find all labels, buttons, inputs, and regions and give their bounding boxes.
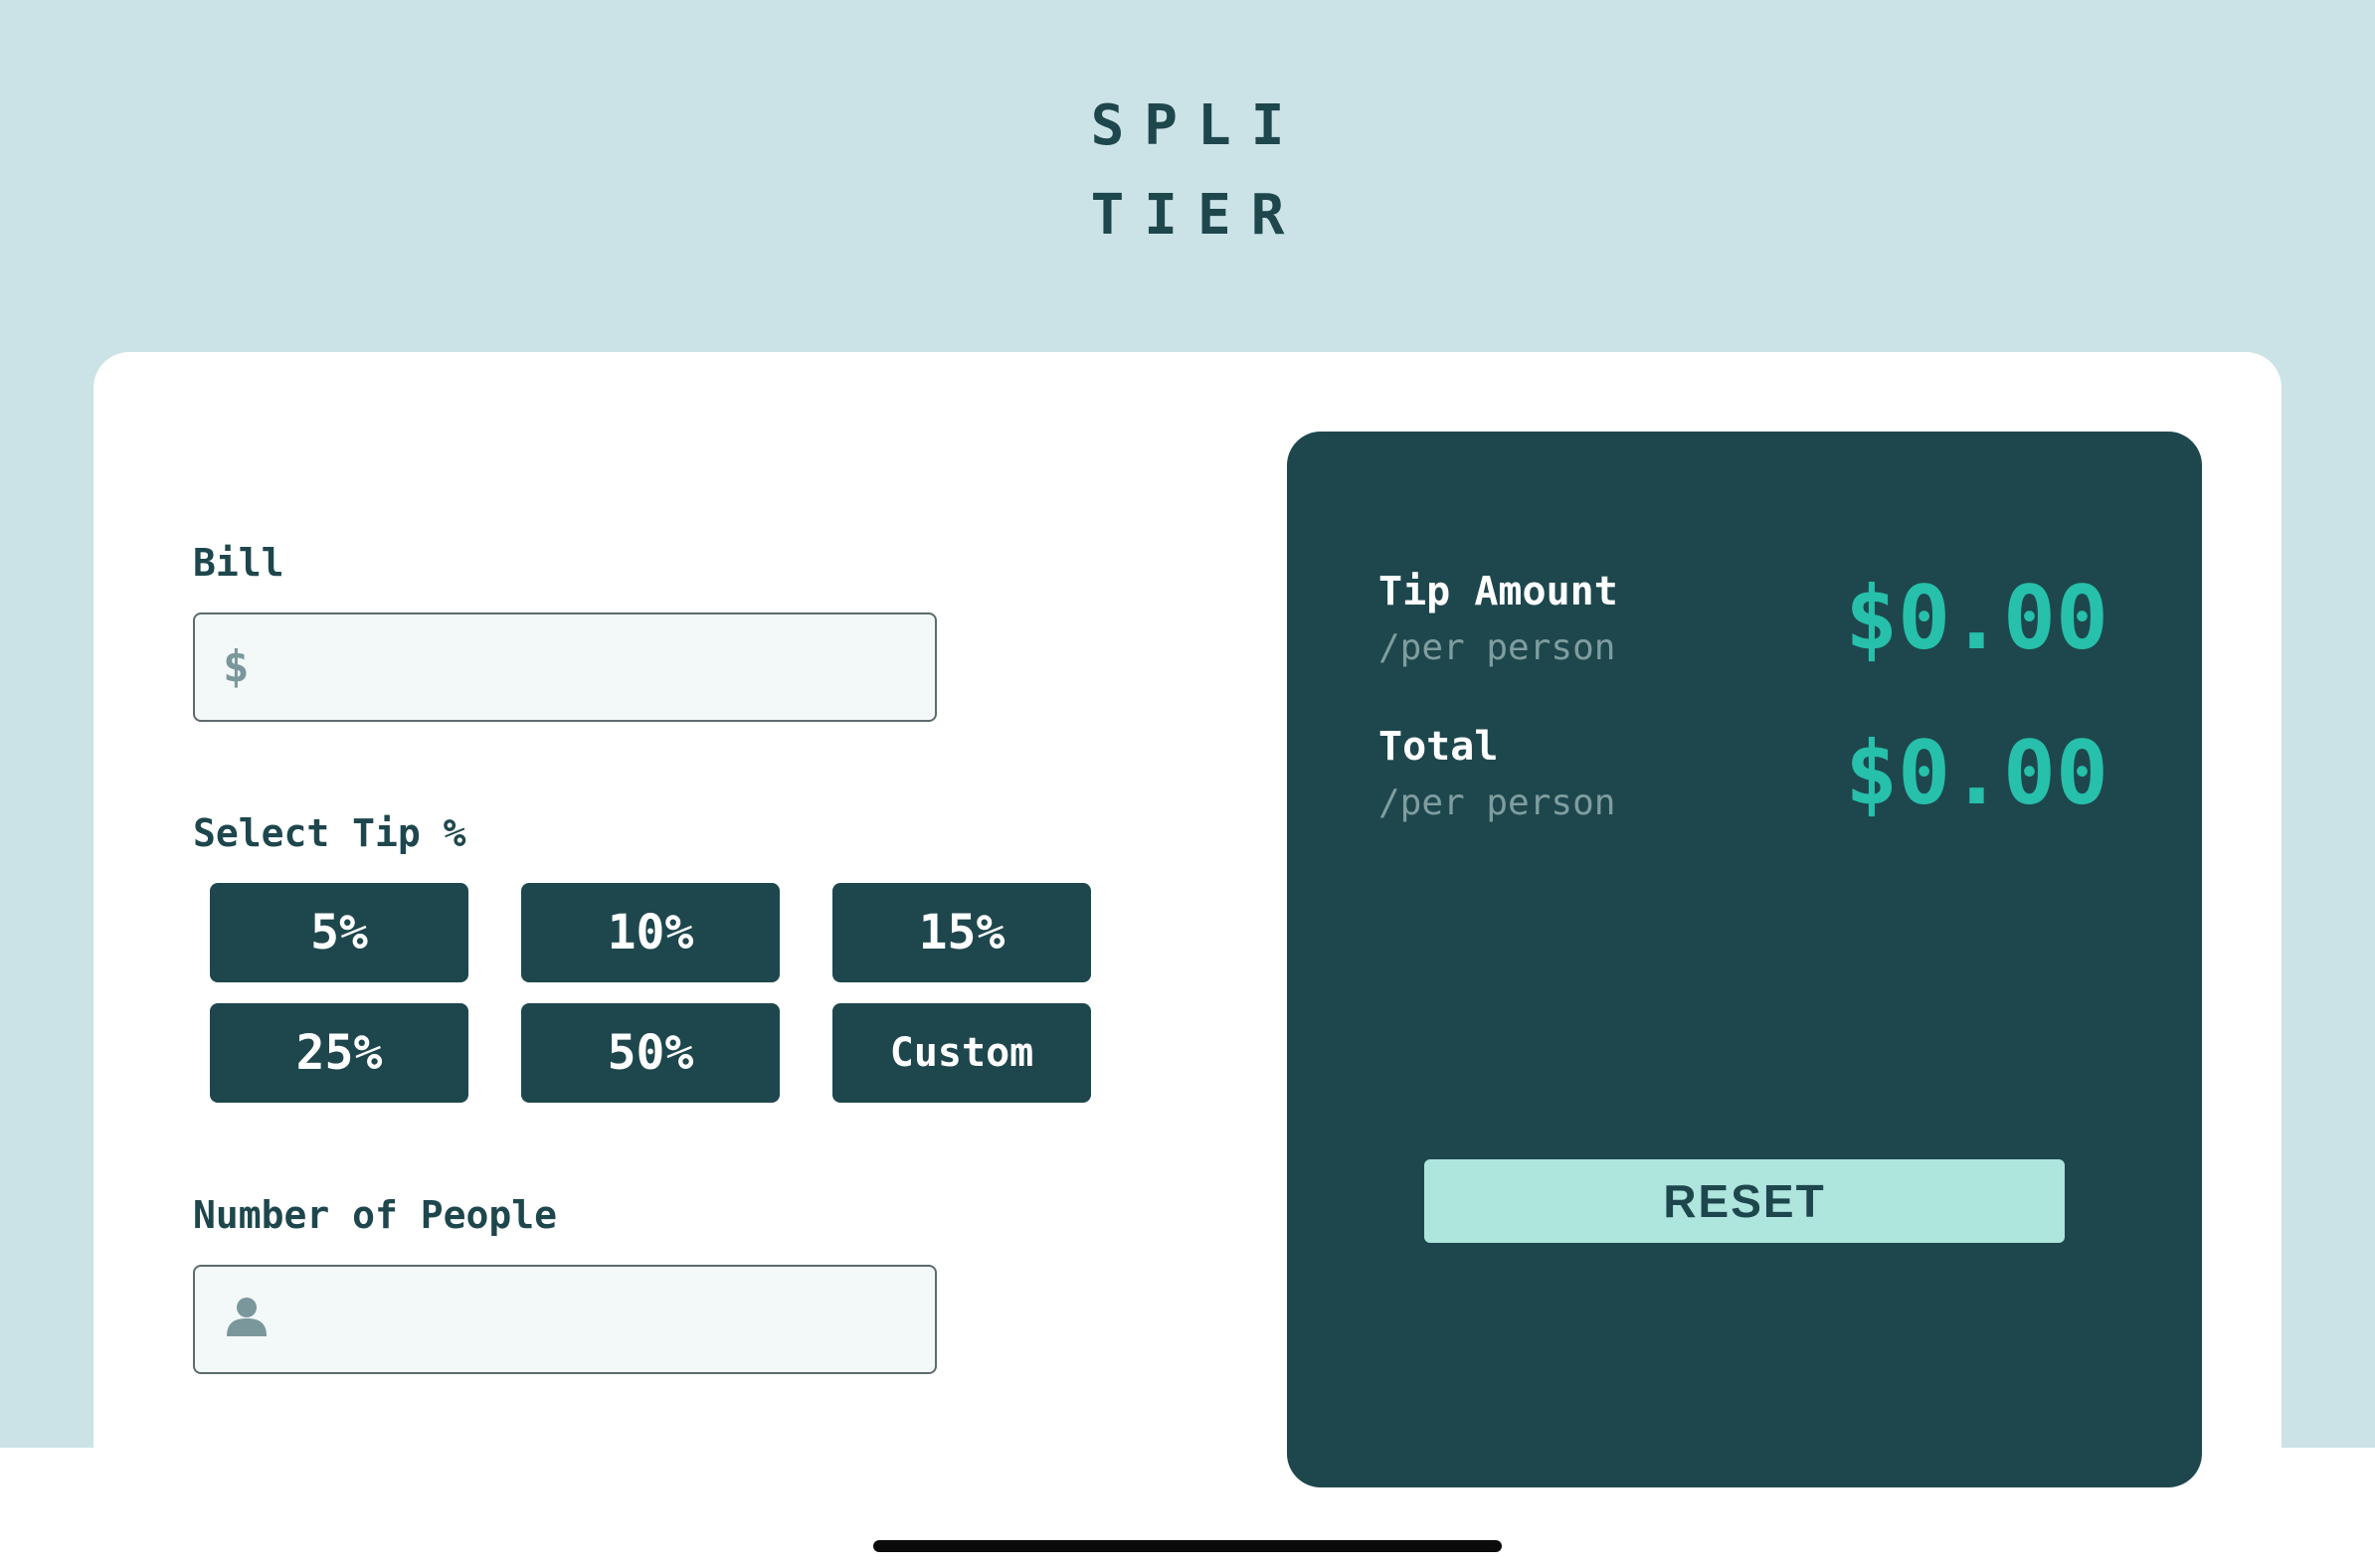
tip-15-button[interactable]: 15% xyxy=(832,883,1091,982)
tip-25-button[interactable]: 25% xyxy=(210,1003,468,1103)
tip-amount-value: $0.00 xyxy=(1845,567,2108,669)
tip-5-button[interactable]: 5% xyxy=(210,883,468,982)
total-subtitle: /per person xyxy=(1378,783,1616,823)
tip-amount-title: Tip Amount xyxy=(1378,569,1618,614)
tip-custom-button[interactable]: Custom xyxy=(832,1003,1091,1103)
app-logo: SPLI TIER xyxy=(0,82,2375,261)
select-tip-label: Select Tip % xyxy=(193,811,466,855)
tip-10-button[interactable]: 10% xyxy=(521,883,780,982)
people-label: Number of People xyxy=(193,1193,558,1237)
dollar-icon: $ xyxy=(223,641,250,692)
bill-input[interactable] xyxy=(284,614,911,720)
people-input[interactable] xyxy=(284,1267,911,1372)
reset-button[interactable]: RESET xyxy=(1424,1159,2065,1243)
result-panel: Tip Amount /per person $0.00 Total /per … xyxy=(1287,432,2202,1487)
bill-field[interactable]: $ xyxy=(193,612,937,722)
app-screen: SPLI TIER Bill $ Select Tip % 5% 10% 15%… xyxy=(0,0,2375,1568)
tip-50-button[interactable]: 50% xyxy=(521,1003,780,1103)
person-icon xyxy=(225,1295,269,1351)
home-indicator xyxy=(873,1540,1502,1552)
logo-line-1: SPLI xyxy=(1090,93,1305,158)
bill-label: Bill xyxy=(193,541,284,585)
total-value: $0.00 xyxy=(1845,722,2108,824)
people-field[interactable] xyxy=(193,1265,937,1374)
tip-amount-subtitle: /per person xyxy=(1378,627,1616,668)
total-title: Total xyxy=(1378,724,1499,770)
logo-line-2: TIER xyxy=(1090,183,1305,248)
